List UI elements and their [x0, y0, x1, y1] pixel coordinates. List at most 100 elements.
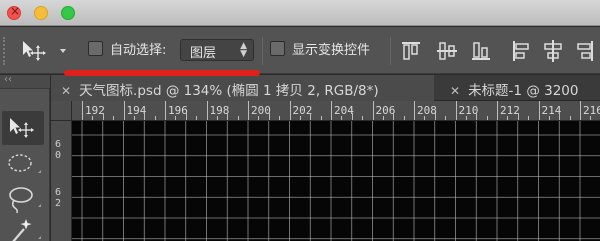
chevron-down-icon [60, 49, 66, 53]
document-tab-title: 未标题-1 @ 3200 [468, 83, 579, 99]
ruler-minor-tick [507, 116, 509, 120]
ruler-minor-tick [268, 113, 270, 120]
magic-wand-tool-button[interactable] [2, 213, 44, 241]
options-separator [262, 37, 263, 65]
collapse-arrows-icon: ‹‹ [4, 74, 12, 85]
toolbox-collapse-handle[interactable]: ‹‹ [0, 74, 50, 89]
ruler-major-tick [123, 101, 125, 120]
ruler-minor-tick [133, 116, 135, 120]
elliptical-marquee-tool-button[interactable] [2, 147, 44, 181]
align-horizontal-centers-icon[interactable] [542, 39, 564, 63]
horizontal-ruler[interactable]: 192194196198200202204206208210212214216 [72, 101, 600, 121]
show-transform-controls-label: 显示变换控件 [292, 43, 371, 58]
ruler-minor-tick [382, 116, 384, 120]
ruler-origin[interactable] [51, 101, 72, 121]
ruler-major-tick [580, 101, 581, 120]
ruler-minor-tick [569, 116, 571, 120]
ruler-major-tick [538, 101, 540, 120]
ruler-minor-tick [216, 116, 218, 120]
title-bar [0, 0, 600, 26]
vertical-ruler[interactable]: 60 62 [51, 121, 72, 241]
ruler-major-tick [331, 101, 332, 120]
ruler-minor-tick [175, 116, 177, 120]
ruler-major-tick [165, 101, 166, 120]
ruler-minor-tick [393, 113, 395, 120]
ruler-minor-tick [185, 113, 187, 120]
align-vertical-centers-icon[interactable] [436, 39, 458, 63]
ruler-minor-tick [517, 113, 519, 120]
ruler-minor-tick [320, 116, 322, 120]
ruler-minor-tick [258, 116, 260, 120]
auto-select-label: 自动选择: [110, 43, 167, 58]
document-canvas[interactable] [72, 121, 600, 241]
ruler-minor-tick [196, 116, 198, 120]
ruler-minor-tick [590, 116, 592, 120]
ruler-minor-tick [227, 113, 229, 120]
ruler-label: 216 [583, 104, 600, 117]
ruler-minor-tick [528, 116, 530, 120]
align-right-edges-icon[interactable] [574, 39, 596, 63]
ruler-major-tick [414, 101, 415, 120]
ruler-major-tick [289, 101, 291, 120]
tool-preset-picker[interactable] [16, 35, 74, 65]
ruler-minor-tick [548, 116, 550, 120]
ruler-minor-tick [113, 116, 115, 120]
ruler-minor-tick [154, 116, 156, 120]
ruler-minor-tick [465, 116, 467, 120]
ruler-minor-tick [476, 113, 478, 120]
lasso-tool-button[interactable] [2, 181, 44, 215]
lasso-icon [9, 187, 41, 214]
show-transform-controls-checkbox[interactable] [270, 41, 285, 56]
ruler-minor-tick [92, 116, 94, 120]
document-tab-bar: ✕ 天气图标.psd @ 134% (椭圆 1 拷贝 2, RGB/8*) ✕ 未标… [51, 75, 600, 101]
ruler-label: 60 [55, 139, 62, 161]
ruler-minor-tick [486, 116, 488, 120]
ruler-major-tick [206, 101, 208, 120]
align-top-edges-icon[interactable] [400, 39, 422, 63]
highlight-underline [64, 70, 260, 76]
toolbox-panel: ‹‹ [0, 74, 50, 241]
options-bar: 自动选择: 图层 ▲ ▼ 显示变换控件 [0, 27, 600, 74]
pixel-grid [72, 121, 600, 241]
minimize-window-button[interactable] [34, 6, 48, 20]
ruler-minor-tick [144, 113, 146, 120]
ruler-minor-tick [237, 116, 239, 120]
ruler-minor-tick [434, 113, 436, 120]
auto-select-target-dropdown[interactable]: 图层 ▲ ▼ [180, 39, 254, 61]
ruler-minor-tick [299, 116, 301, 120]
ruler-minor-tick [559, 113, 561, 120]
ruler-major-tick [82, 101, 83, 120]
ruler-minor-tick [351, 113, 353, 120]
ruler-minor-tick [279, 116, 281, 120]
ruler-major-tick [455, 101, 457, 120]
document-tab[interactable]: ✕ 未标题-1 @ 3200 [438, 75, 600, 101]
move-tool-button[interactable] [2, 111, 44, 145]
ruler-major-tick [248, 101, 249, 120]
ruler-major-tick [372, 101, 374, 120]
magic-wand-icon [12, 219, 41, 241]
move-tool-icon [10, 118, 34, 138]
align-bottom-edges-icon[interactable] [470, 39, 492, 63]
close-tab-icon[interactable]: ✕ [61, 84, 71, 98]
auto-select-checkbox[interactable] [88, 41, 103, 56]
ruler-minor-tick [424, 116, 426, 120]
align-left-edges-icon[interactable] [510, 39, 532, 63]
ruler-minor-tick [102, 113, 104, 120]
ruler-minor-tick [445, 116, 447, 120]
document-tab-active[interactable]: ✕ 天气图标.psd @ 134% (椭圆 1 拷贝 2, RGB/8*) [51, 75, 434, 101]
updown-caret-icon: ▲ ▼ [240, 41, 247, 59]
close-window-button[interactable] [7, 4, 21, 20]
auto-select-target-value: 图层 [190, 46, 217, 61]
document-tab-title: 天气图标.psd @ 134% (椭圆 1 拷贝 2, RGB/8*) [79, 83, 379, 99]
maximize-window-button[interactable] [61, 6, 75, 20]
options-separator [390, 37, 391, 65]
close-tab-icon[interactable]: ✕ [450, 84, 460, 98]
ruler-minor-tick [403, 116, 405, 120]
ruler-major-tick [497, 101, 498, 120]
ruler-minor-tick [341, 116, 343, 120]
options-bar-grip[interactable] [3, 37, 7, 65]
move-tool-icon [23, 41, 66, 61]
ruler-minor-tick [310, 113, 312, 120]
ruler-minor-tick [362, 116, 364, 120]
elliptical-marquee-icon [8, 154, 41, 173]
